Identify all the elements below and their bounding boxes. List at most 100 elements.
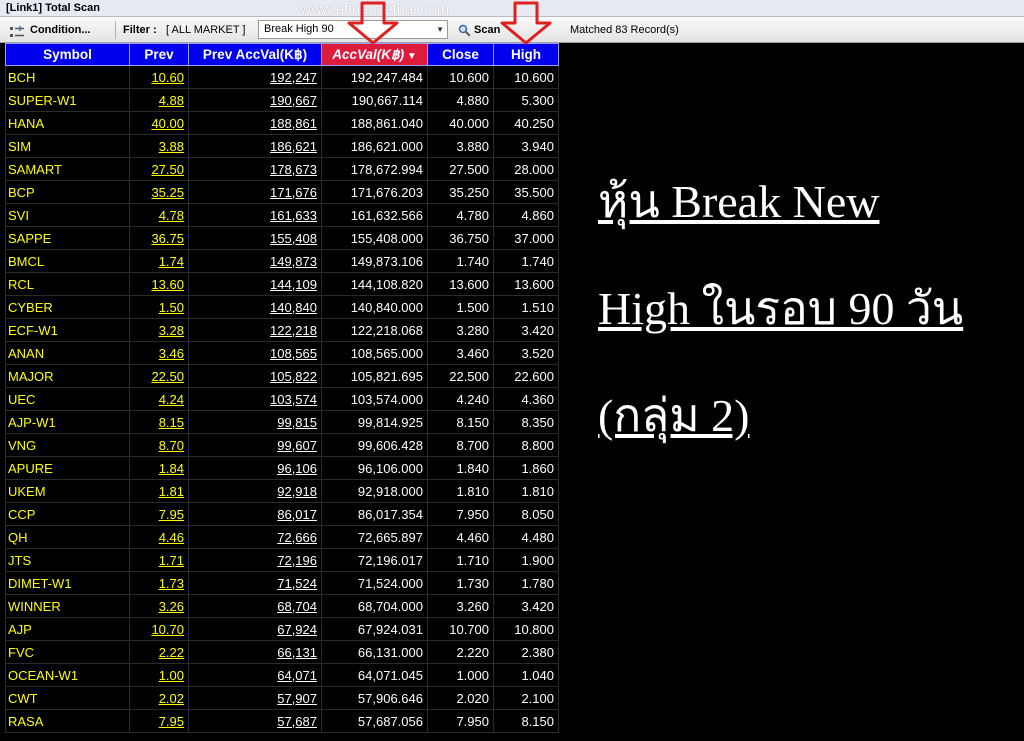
cell-prev-accval[interactable]: 96,106: [188, 456, 322, 480]
cell-close: 1.000: [427, 663, 494, 687]
cell-prev[interactable]: 36.75: [129, 226, 189, 250]
cell-prev-accval[interactable]: 122,218: [188, 318, 322, 342]
cell-prev-accval[interactable]: 192,247: [188, 65, 322, 89]
cell-prev-accval[interactable]: 178,673: [188, 157, 322, 181]
cell-prev-accval[interactable]: 149,873: [188, 249, 322, 273]
cell-prev[interactable]: 4.46: [129, 525, 189, 549]
cell-prev-accval[interactable]: 108,565: [188, 341, 322, 365]
cell-prev[interactable]: 22.50: [129, 364, 189, 388]
cell-prev[interactable]: 3.28: [129, 318, 189, 342]
table-row[interactable]: MAJOR 22.50 105,822 105,821.695 22.500 22.600: [5, 364, 559, 388]
cell-prev[interactable]: 2.22: [129, 640, 189, 664]
table-row[interactable]: UKEM 1.81 92,918 92,918.000 1.810 1.810: [5, 479, 559, 503]
cell-prev-accval[interactable]: 72,666: [188, 525, 322, 549]
table-row[interactable]: VNG 8.70 99,607 99,606.428 8.700 8.800: [5, 433, 559, 457]
table-row[interactable]: BCH 10.60 192,247 192,247.484 10.600 10.600: [5, 65, 559, 89]
cell-prev-accval[interactable]: 155,408: [188, 226, 322, 250]
cell-prev[interactable]: 8.15: [129, 410, 189, 434]
column-header-prev[interactable]: Prev: [129, 43, 189, 66]
table-row[interactable]: WINNER 3.26 68,704 68,704.000 3.260 3.420: [5, 594, 559, 618]
cell-prev-accval[interactable]: 71,524: [188, 571, 322, 595]
cell-prev[interactable]: 10.60: [129, 65, 189, 89]
scan-button[interactable]: Scan: [458, 17, 500, 43]
cell-prev[interactable]: 27.50: [129, 157, 189, 181]
accval-header-label: AccVal(K฿): [332, 46, 405, 62]
table-row[interactable]: SAMART 27.50 178,673 178,672.994 27.500 28.00…: [5, 157, 559, 181]
cell-prev-accval[interactable]: 64,071: [188, 663, 322, 687]
cell-prev-accval[interactable]: 99,607: [188, 433, 322, 457]
table-row[interactable]: CCP 7.95 86,017 86,017.354 7.950 8.050: [5, 502, 559, 526]
table-row[interactable]: ANAN 3.46 108,565 108,565.000 3.460 3.520: [5, 341, 559, 365]
table-row[interactable]: CYBER 1.50 140,840 140,840.000 1.500 1.510: [5, 295, 559, 319]
cell-prev[interactable]: 1.50: [129, 295, 189, 319]
cell-prev-accval[interactable]: 105,822: [188, 364, 322, 388]
chevron-down-icon[interactable]: ▼: [436, 21, 444, 38]
cell-prev[interactable]: 13.60: [129, 272, 189, 296]
cell-prev-accval[interactable]: 92,918: [188, 479, 322, 503]
cell-prev[interactable]: 7.95: [129, 502, 189, 526]
cell-prev-accval[interactable]: 103,574: [188, 387, 322, 411]
column-header-symbol[interactable]: Symbol: [5, 43, 130, 66]
table-row[interactable]: SUPER-W1 4.88 190,667 190,667.114 4.880 5.300: [5, 88, 559, 112]
cell-prev[interactable]: 2.02: [129, 686, 189, 710]
column-header-prev-accval[interactable]: Prev AccVal(K฿): [188, 43, 322, 66]
cell-prev-accval[interactable]: 161,633: [188, 203, 322, 227]
cell-prev[interactable]: 8.70: [129, 433, 189, 457]
cell-prev[interactable]: 4.88: [129, 88, 189, 112]
table-row[interactable]: APURE 1.84 96,106 96,106.000 1.840 1.860: [5, 456, 559, 480]
table-row[interactable]: BCP 35.25 171,676 171,676.203 35.250 35.500: [5, 180, 559, 204]
table-row[interactable]: SAPPE 36.75 155,408 155,408.000 36.750 37.000: [5, 226, 559, 250]
cell-prev[interactable]: 40.00: [129, 111, 189, 135]
table-row[interactable]: JTS 1.71 72,196 72,196.017 1.710 1.900: [5, 548, 559, 572]
table-row[interactable]: AJP 10.70 67,924 67,924.031 10.700 10.800: [5, 617, 559, 641]
cell-prev-accval[interactable]: 57,907: [188, 686, 322, 710]
cell-prev[interactable]: 1.00: [129, 663, 189, 687]
cell-prev-accval[interactable]: 86,017: [188, 502, 322, 526]
cell-prev[interactable]: 1.71: [129, 548, 189, 572]
table-row[interactable]: AJP-W1 8.15 99,815 99,814.925 8.150 8.350: [5, 410, 559, 434]
filter-value[interactable]: [ ALL MARKET ]: [166, 17, 245, 43]
cell-prev[interactable]: 3.26: [129, 594, 189, 618]
table-row[interactable]: RASA 7.95 57,687 57,687.056 7.950 8.150: [5, 709, 559, 733]
cell-prev[interactable]: 35.25: [129, 180, 189, 204]
table-row[interactable]: RCL 13.60 144,109 144,108.820 13.600 13.600: [5, 272, 559, 296]
cell-prev-accval[interactable]: 188,861: [188, 111, 322, 135]
cell-prev-accval[interactable]: 190,667: [188, 88, 322, 112]
table-row[interactable]: HANA 40.00 188,861 188,861.040 40.000 40.250: [5, 111, 559, 135]
column-header-high[interactable]: High: [493, 43, 559, 66]
table-row[interactable]: FVC 2.22 66,131 66,131.000 2.220 2.380: [5, 640, 559, 664]
cell-prev-accval[interactable]: 99,815: [188, 410, 322, 434]
table-row[interactable]: SVI 4.78 161,633 161,632.566 4.780 4.860: [5, 203, 559, 227]
cell-prev-accval[interactable]: 67,924: [188, 617, 322, 641]
cell-prev-accval[interactable]: 186,621: [188, 134, 322, 158]
cell-prev[interactable]: 3.88: [129, 134, 189, 158]
table-row[interactable]: CWT 2.02 57,907 57,906.646 2.020 2.100: [5, 686, 559, 710]
table-row[interactable]: OCEAN-W1 1.00 64,071 64,071.045 1.000 1.040: [5, 663, 559, 687]
cell-prev-accval[interactable]: 68,704: [188, 594, 322, 618]
column-header-close[interactable]: Close: [427, 43, 494, 66]
condition-button[interactable]: Condition...: [8, 17, 90, 43]
column-header-accval[interactable]: AccVal(K฿) ▼: [321, 43, 428, 66]
table-row[interactable]: BMCL 1.74 149,873 149,873.106 1.740 1.740: [5, 249, 559, 273]
cell-prev[interactable]: 1.74: [129, 249, 189, 273]
cell-prev[interactable]: 1.81: [129, 479, 189, 503]
table-row[interactable]: SIM 3.88 186,621 186,621.000 3.880 3.940: [5, 134, 559, 158]
cell-prev[interactable]: 1.84: [129, 456, 189, 480]
cell-prev-accval[interactable]: 72,196: [188, 548, 322, 572]
cell-prev[interactable]: 4.78: [129, 203, 189, 227]
cell-prev-accval[interactable]: 66,131: [188, 640, 322, 664]
cell-high: 8.150: [493, 709, 559, 733]
cell-prev-accval[interactable]: 140,840: [188, 295, 322, 319]
table-row[interactable]: UEC 4.24 103,574 103,574.000 4.240 4.360: [5, 387, 559, 411]
cell-prev[interactable]: 3.46: [129, 341, 189, 365]
cell-prev-accval[interactable]: 57,687: [188, 709, 322, 733]
cell-prev-accval[interactable]: 171,676: [188, 180, 322, 204]
table-row[interactable]: DIMET-W1 1.73 71,524 71,524.000 1.730 1.780: [5, 571, 559, 595]
table-row[interactable]: ECF-W1 3.28 122,218 122,218.068 3.280 3.420: [5, 318, 559, 342]
cell-prev[interactable]: 1.73: [129, 571, 189, 595]
cell-prev[interactable]: 10.70: [129, 617, 189, 641]
cell-prev-accval[interactable]: 144,109: [188, 272, 322, 296]
table-row[interactable]: QH 4.46 72,666 72,665.897 4.460 4.480: [5, 525, 559, 549]
cell-prev[interactable]: 4.24: [129, 387, 189, 411]
cell-prev[interactable]: 7.95: [129, 709, 189, 733]
